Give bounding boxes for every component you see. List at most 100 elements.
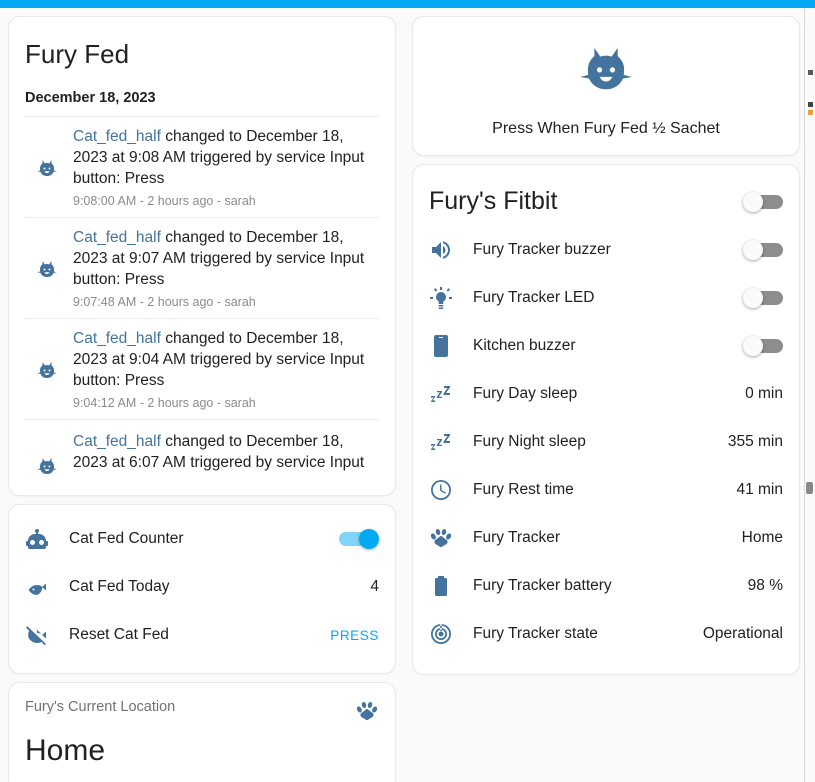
location-card-state: Home bbox=[25, 734, 106, 767]
entity-row-fury-tracker[interactable]: Fury Tracker Home bbox=[429, 514, 783, 562]
fury-rest-time-value: 41 min bbox=[736, 481, 783, 498]
location-card-name: Fury's Current Location bbox=[25, 699, 176, 715]
entity-row-label: Kitchen buzzer bbox=[473, 337, 576, 354]
fury-tracker-buzzer-toggle[interactable] bbox=[743, 240, 783, 260]
entity-row-label: Fury Day sleep bbox=[473, 385, 578, 402]
entity-row-label: Fury Tracker bbox=[473, 529, 560, 546]
clock-icon bbox=[429, 478, 473, 502]
toggle-knob bbox=[743, 288, 763, 308]
toggle-knob bbox=[743, 240, 763, 260]
fury-fitbit-card: Fury's Fitbit Fury Tracker buzzer Fury T… bbox=[412, 164, 800, 675]
clipped-right-panel-edge bbox=[804, 8, 815, 782]
entity-row-kitchen-buzzer[interactable]: Kitchen buzzer bbox=[429, 322, 783, 370]
sleep-icon bbox=[429, 382, 473, 406]
reset-cat-fed-press-button[interactable]: PRESS bbox=[330, 628, 379, 643]
logbook-entry-body: Cat_fed_half changed to December 18, 202… bbox=[69, 328, 379, 410]
app-top-accent-bar bbox=[0, 0, 815, 8]
edge-mark bbox=[808, 102, 813, 107]
entity-row-label: Fury Tracker buzzer bbox=[473, 241, 611, 258]
location-card[interactable]: Fury's Current Location Home bbox=[8, 682, 396, 782]
fury-day-sleep-value: 0 min bbox=[745, 385, 783, 402]
fury-tracker-state-value: Operational bbox=[702, 625, 783, 642]
fish-off-icon bbox=[25, 623, 69, 647]
press-when-fed-label: Press When Fury Fed ½ Sachet bbox=[492, 119, 720, 137]
location-card-header: Fury's Current Location bbox=[25, 699, 379, 728]
fury-tracker-value: Home bbox=[741, 529, 783, 546]
entity-row-fury-night-sleep[interactable]: Fury Night sleep 355 min bbox=[429, 418, 783, 466]
led-icon bbox=[429, 286, 473, 310]
entity-row-fury-tracker-battery[interactable]: Fury Tracker battery 98 % bbox=[429, 562, 783, 610]
press-when-fed-button-card[interactable]: Press When Fury Fed ½ Sachet bbox=[412, 16, 800, 156]
fury-night-sleep-value: 355 min bbox=[727, 433, 783, 450]
cat-fed-today-value: 4 bbox=[370, 578, 379, 595]
entity-row-fury-rest-time[interactable]: Fury Rest time 41 min bbox=[429, 466, 783, 514]
cat-icon bbox=[575, 35, 637, 102]
fury-tracker-battery-value: 98 % bbox=[747, 577, 783, 594]
dashboard-columns: Fury Fed December 18, 2023 Cat_fed_half … bbox=[0, 8, 815, 782]
entity-row-label: Cat Fed Counter bbox=[69, 530, 184, 547]
fitbit-card-header: Fury's Fitbit bbox=[429, 173, 783, 226]
logbook-entry-text: Cat_fed_half changed to December 18, 202… bbox=[73, 431, 379, 475]
cellphone-icon bbox=[429, 334, 473, 358]
entity-row-label: Fury Tracker state bbox=[473, 625, 598, 642]
edge-mark bbox=[808, 70, 813, 75]
logbook-entry-text: Cat_fed_half changed to December 18, 202… bbox=[73, 227, 379, 290]
cat-icon bbox=[25, 256, 69, 280]
logbook-entry-body: Cat_fed_half changed to December 18, 202… bbox=[69, 431, 379, 475]
fish-icon bbox=[25, 575, 69, 599]
logbook-entry-text: Cat_fed_half changed to December 18, 202… bbox=[73, 328, 379, 391]
logbook-entry-meta: 9:07:48 AM - 2 hours ago - sarah bbox=[73, 295, 256, 310]
entity-row-fury-tracker-buzzer[interactable]: Fury Tracker buzzer bbox=[429, 226, 783, 274]
logbook-entry-text: Cat_fed_half changed to December 18, 202… bbox=[73, 126, 379, 189]
radar-icon bbox=[429, 622, 473, 646]
toggle-knob bbox=[743, 336, 763, 356]
edge-mark bbox=[806, 482, 813, 494]
entity-row-reset-cat-fed[interactable]: Reset Cat Fed PRESS bbox=[25, 611, 379, 659]
entity-link[interactable]: Cat_fed_half bbox=[73, 128, 161, 145]
logbook-date-header: December 18, 2023 bbox=[25, 90, 156, 107]
cat-icon bbox=[25, 155, 69, 179]
fitbit-header-toggle[interactable] bbox=[743, 191, 783, 212]
volume-high-icon bbox=[429, 238, 473, 262]
logbook-scroll-area[interactable]: December 18, 2023 Cat_fed_half changed t… bbox=[9, 76, 395, 474]
entity-link[interactable]: Cat_fed_half bbox=[73, 229, 161, 246]
robot-icon bbox=[25, 527, 69, 551]
entity-row-fury-day-sleep[interactable]: Fury Day sleep 0 min bbox=[429, 370, 783, 418]
logbook-entry[interactable]: Cat_fed_half changed to December 18, 202… bbox=[25, 217, 379, 318]
toggle-knob bbox=[359, 529, 379, 549]
logbook-card: Fury Fed December 18, 2023 Cat_fed_half … bbox=[8, 16, 396, 496]
cat-fed-counter-toggle[interactable] bbox=[339, 529, 379, 549]
cat-icon bbox=[25, 453, 69, 475]
right-column: Press When Fury Fed ½ Sachet Fury's Fitb… bbox=[404, 8, 808, 683]
sleep-icon bbox=[429, 430, 473, 454]
entity-row-label: Cat Fed Today bbox=[69, 578, 170, 595]
entity-row-fury-tracker-led[interactable]: Fury Tracker LED bbox=[429, 274, 783, 322]
toggle-knob bbox=[743, 191, 763, 212]
logbook-title: Fury Fed bbox=[25, 39, 130, 69]
entity-row-label: Fury Rest time bbox=[473, 481, 574, 498]
paw-icon bbox=[355, 699, 379, 728]
left-column: Fury Fed December 18, 2023 Cat_fed_half … bbox=[0, 8, 404, 782]
entity-row-label: Reset Cat Fed bbox=[69, 626, 169, 643]
cat-fed-entities-card: Cat Fed Counter Cat Fed Today 4 Reset Ca… bbox=[8, 504, 396, 674]
entity-link[interactable]: Cat_fed_half bbox=[73, 330, 161, 347]
logbook-entry-body: Cat_fed_half changed to December 18, 202… bbox=[69, 227, 379, 309]
edge-mark bbox=[808, 110, 813, 115]
fury-tracker-led-toggle[interactable] bbox=[743, 288, 783, 308]
logbook-entry[interactable]: Cat_fed_half changed to December 18, 202… bbox=[25, 318, 379, 419]
entity-row-label: Fury Tracker battery bbox=[473, 577, 612, 594]
paw-icon bbox=[429, 526, 473, 550]
logbook-entry-meta: 9:04:12 AM - 2 hours ago - sarah bbox=[73, 396, 256, 411]
entity-row-cat-fed-counter[interactable]: Cat Fed Counter bbox=[25, 515, 379, 563]
entity-row-label: Fury Night sleep bbox=[473, 433, 586, 450]
battery-icon bbox=[429, 574, 473, 598]
entity-row-cat-fed-today[interactable]: Cat Fed Today 4 bbox=[25, 563, 379, 611]
logbook-entry-meta: 9:08:00 AM - 2 hours ago - sarah bbox=[73, 194, 256, 209]
logbook-entry-body: Cat_fed_half changed to December 18, 202… bbox=[69, 126, 379, 208]
logbook-entry[interactable]: Cat_fed_half changed to December 18, 202… bbox=[25, 419, 379, 474]
entity-row-fury-tracker-state[interactable]: Fury Tracker state Operational bbox=[429, 610, 783, 658]
kitchen-buzzer-toggle[interactable] bbox=[743, 336, 783, 356]
fitbit-card-title: Fury's Fitbit bbox=[429, 187, 558, 215]
entity-link[interactable]: Cat_fed_half bbox=[73, 433, 161, 450]
logbook-entry[interactable]: Cat_fed_half changed to December 18, 202… bbox=[25, 116, 379, 217]
